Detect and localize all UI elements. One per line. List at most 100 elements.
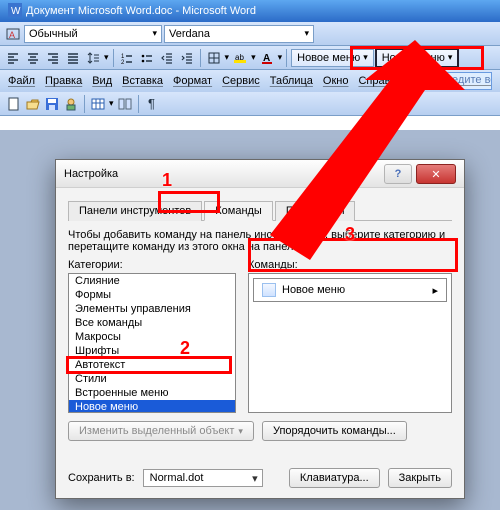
category-item[interactable]: Макросы: [69, 330, 235, 344]
svg-text:2: 2: [121, 60, 125, 64]
open-icon[interactable]: [25, 96, 41, 112]
new-menu-label: Новое меню: [382, 52, 445, 64]
new-menu-button-2[interactable]: Новое меню ▾: [376, 49, 459, 67]
align-justify-icon[interactable]: [64, 49, 82, 67]
dialog-title: Настройка: [64, 168, 118, 180]
categories-panel: Категории: СлияниеФормыЭлементы управлен…: [68, 259, 236, 413]
close-button[interactable]: Закрыть: [388, 468, 452, 488]
document-area: [0, 116, 500, 130]
dialog-hint: Чтобы добавить команду на панель инструм…: [68, 229, 452, 253]
menu-file[interactable]: Файл: [8, 75, 35, 87]
window-titlebar: W Документ Microsoft Word.doc - Microsof…: [0, 0, 500, 22]
category-item[interactable]: Стили: [69, 372, 235, 386]
outdent-icon[interactable]: [158, 49, 176, 67]
indent-icon[interactable]: [178, 49, 196, 67]
word-icon: W: [8, 3, 22, 20]
chevron-down-icon: ▾: [448, 52, 453, 63]
dialog-footer: Сохранить в: Normal.dot Клавиатура... За…: [68, 468, 452, 488]
dialog-close-button[interactable]: ✕: [416, 164, 456, 184]
align-center-icon[interactable]: [24, 49, 42, 67]
menu-tools[interactable]: Сервис: [222, 75, 260, 87]
category-item[interactable]: Новое меню: [69, 400, 235, 413]
separator: [113, 49, 114, 67]
formatting-toolbar-1: A Обычный ▾ Verdana ▾: [0, 22, 500, 46]
command-item-label: Новое меню: [282, 284, 345, 296]
commands-listbox[interactable]: Новое меню ▸: [248, 273, 452, 413]
save-icon[interactable]: [44, 96, 60, 112]
borders-icon[interactable]: [205, 49, 223, 67]
keyboard-button[interactable]: Клавиатура...: [289, 468, 380, 488]
categories-label: Категории:: [68, 259, 236, 271]
modify-selection-label: Изменить выделенный объект: [79, 425, 234, 437]
customize-dialog: Настройка ? ✕ Панели инструментов Команд…: [55, 159, 465, 499]
bulleted-list-icon[interactable]: [138, 49, 156, 67]
category-item[interactable]: Автотекст: [69, 358, 235, 372]
tab-options[interactable]: Параметры: [275, 201, 356, 221]
close-icon: ✕: [431, 168, 440, 181]
category-item[interactable]: Все команды: [69, 316, 235, 330]
font-color-icon[interactable]: A: [258, 49, 276, 67]
highlight-icon[interactable]: ab: [231, 49, 249, 67]
menubar: Файл Правка Вид Вставка Формат Сервис Та…: [0, 70, 500, 92]
commands-label: Команды:: [248, 259, 452, 271]
category-item[interactable]: Формы: [69, 288, 235, 302]
style-value: Обычный: [29, 28, 78, 40]
menu-table[interactable]: Таблица: [270, 75, 313, 87]
chevron-down-icon[interactable]: ▾: [251, 52, 256, 63]
align-left-icon[interactable]: [4, 49, 22, 67]
command-item-new-menu[interactable]: Новое меню ▸: [253, 278, 447, 302]
menu-help[interactable]: Справка: [358, 75, 401, 87]
categories-listbox[interactable]: СлияниеФормыЭлементы управленияВсе коман…: [68, 273, 236, 413]
dialog-help-button[interactable]: ?: [384, 164, 412, 184]
separator: [286, 49, 287, 67]
category-item[interactable]: Шрифты: [69, 344, 235, 358]
new-doc-icon[interactable]: [6, 96, 22, 112]
save-in-value: Normal.dot: [150, 472, 204, 484]
numbered-list-icon[interactable]: 12: [118, 49, 136, 67]
dialog-body: Панели инструментов Команды Параметры Чт…: [56, 188, 464, 451]
chevron-down-icon[interactable]: ▾: [104, 52, 109, 63]
chevron-down-icon[interactable]: ▾: [278, 52, 283, 63]
modify-selection-button[interactable]: Изменить выделенный объект ▾: [68, 421, 254, 441]
paragraph-mark-icon[interactable]: ¶: [144, 96, 160, 112]
tab-toolbars[interactable]: Панели инструментов: [68, 201, 202, 221]
save-in-select[interactable]: Normal.dot: [143, 469, 263, 487]
chevron-down-icon: ▾: [304, 28, 309, 39]
new-menu-button-1[interactable]: Новое меню ▾: [291, 49, 374, 67]
style-dropdown[interactable]: Обычный ▾: [24, 25, 162, 43]
line-spacing-icon[interactable]: [84, 49, 102, 67]
help-search-placeholder: Введите воп: [439, 74, 492, 86]
chevron-down-icon: ▾: [363, 52, 368, 63]
menu-view[interactable]: Вид: [92, 75, 112, 87]
separator: [200, 49, 201, 67]
category-item[interactable]: Слияние: [69, 274, 235, 288]
category-item[interactable]: Встроенные меню: [69, 386, 235, 400]
styles-pane-icon[interactable]: A: [4, 25, 22, 43]
save-in-label: Сохранить в:: [68, 472, 135, 484]
help-search-input[interactable]: Введите воп: [432, 72, 492, 90]
rearrange-commands-button[interactable]: Упорядочить команды...: [262, 421, 407, 441]
menu-insert[interactable]: Вставка: [122, 75, 163, 87]
close-label: Закрыть: [399, 472, 441, 484]
font-dropdown[interactable]: Verdana ▾: [164, 25, 314, 43]
menu-format[interactable]: Формат: [173, 75, 212, 87]
align-right-icon[interactable]: [44, 49, 62, 67]
chevron-down-icon[interactable]: ▾: [225, 52, 230, 63]
dialog-titlebar[interactable]: Настройка ? ✕: [56, 160, 464, 188]
window-title: Документ Microsoft Word.doc - Microsoft …: [26, 5, 256, 17]
columns-icon[interactable]: [117, 96, 133, 112]
new-menu-label: Новое меню: [297, 52, 360, 64]
menu-edit[interactable]: Правка: [45, 75, 82, 87]
chevron-down-icon[interactable]: ▾: [109, 98, 114, 109]
tables-icon[interactable]: [90, 96, 106, 112]
dialog-tabs: Панели инструментов Команды Параметры: [68, 200, 452, 221]
svg-text:W: W: [11, 6, 21, 17]
keyboard-label: Клавиатура...: [300, 472, 369, 484]
menu-window[interactable]: Окно: [323, 75, 349, 87]
permissions-icon[interactable]: [63, 96, 79, 112]
category-item[interactable]: Элементы управления: [69, 302, 235, 316]
tab-commands[interactable]: Команды: [204, 201, 273, 221]
svg-text:A: A: [9, 30, 15, 40]
chevron-down-icon: ▾: [238, 426, 243, 437]
font-value: Verdana: [169, 28, 210, 40]
